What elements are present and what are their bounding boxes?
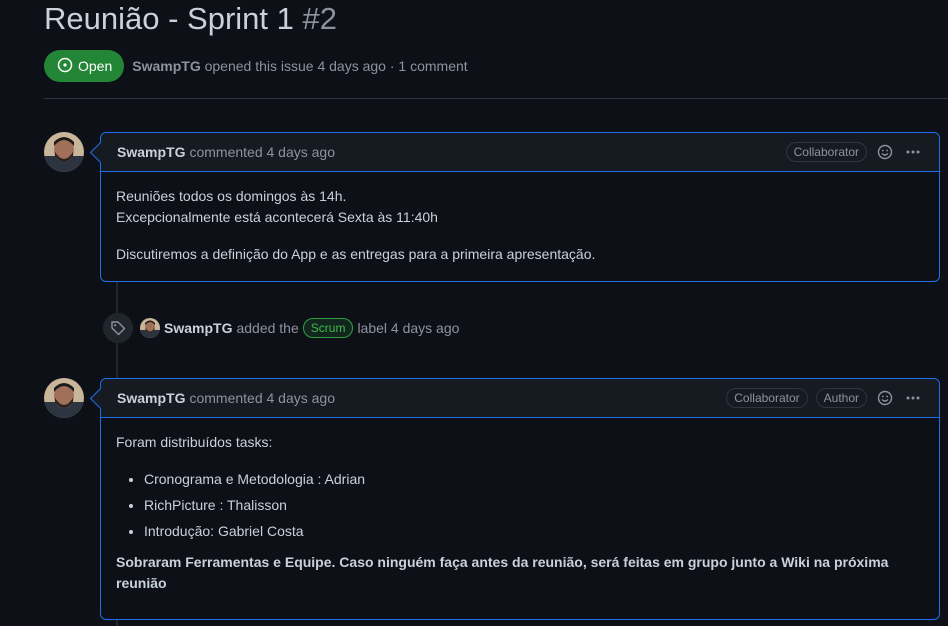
issue-opened-text: opened this issue 4 days ago · 1 comment <box>204 58 468 74</box>
kebab-horizontal-icon[interactable] <box>903 142 923 162</box>
list-item: Cronograma e Metodologia : Adrian <box>144 469 924 490</box>
comment-line: Reuniões todos os domingos às 14h. <box>116 188 347 204</box>
issue-opened-icon <box>57 57 73 76</box>
avatar[interactable] <box>44 378 84 418</box>
comment-timestamp[interactable]: commented 4 days ago <box>189 390 335 406</box>
bold-note: Sobraram Ferramentas e Equipe. Caso ning… <box>116 554 889 591</box>
avatar[interactable] <box>44 132 84 172</box>
comment-header: SwampTG commented 4 days ago Collaborato… <box>101 379 939 418</box>
list-item: Introdução: Gabriel Costa <box>144 521 924 542</box>
collaborator-badge: Collaborator <box>726 388 808 408</box>
issue-author-link[interactable]: SwampTG <box>132 58 200 74</box>
issue-meta-row: Open SwampTG opened this issue 4 days ag… <box>44 50 468 82</box>
task-list: Cronograma e Metodologia : Adrian RichPi… <box>116 469 924 542</box>
kebab-horizontal-icon[interactable] <box>903 388 923 408</box>
issue-title: Reunião - Sprint 1 #2 <box>44 0 337 38</box>
avatar[interactable] <box>140 318 160 338</box>
tag-icon <box>103 313 133 343</box>
scrum-label[interactable]: Scrum <box>302 318 354 338</box>
label-event: SwampTG added the Scrum label 4 days ago <box>103 312 459 344</box>
comment-body: Foram distribuídos tasks: Cronograma e M… <box>101 418 939 608</box>
issue-number: #2 <box>302 1 337 36</box>
comment-1: SwampTG commented 4 days ago Collaborato… <box>89 132 940 282</box>
smiley-icon[interactable] <box>875 142 895 162</box>
event-actor[interactable]: SwampTG <box>164 320 232 336</box>
state-badge: Open <box>44 50 125 82</box>
comment-2: SwampTG commented 4 days ago Collaborato… <box>89 378 940 620</box>
comment-timestamp[interactable]: commented 4 days ago <box>189 144 335 160</box>
comment-body: Reuniões todos os domingos às 14h. Excep… <box>101 172 939 279</box>
issue-title-text: Reunião - Sprint 1 <box>44 1 294 36</box>
comment-line: Discutiremos a definição do App e as ent… <box>116 246 596 262</box>
collaborator-badge: Collaborator <box>785 142 867 162</box>
event-text: added the <box>236 320 299 336</box>
event-timestamp[interactable]: label 4 days ago <box>357 320 459 336</box>
smiley-icon[interactable] <box>875 388 895 408</box>
comment-header: SwampTG commented 4 days ago Collaborato… <box>101 133 939 172</box>
comment-line: Excepcionalmente está acontecerá Sexta à… <box>116 209 438 225</box>
comment-author[interactable]: SwampTG <box>117 144 185 160</box>
comment-author[interactable]: SwampTG <box>117 390 185 406</box>
issue-meta: SwampTG opened this issue 4 days ago · 1… <box>132 58 467 74</box>
comment-intro: Foram distribuídos tasks: <box>116 434 273 450</box>
author-badge: Author <box>815 388 867 408</box>
list-item: RichPicture : Thalisson <box>144 495 924 516</box>
header-divider <box>44 98 948 99</box>
state-label: Open <box>78 58 113 74</box>
